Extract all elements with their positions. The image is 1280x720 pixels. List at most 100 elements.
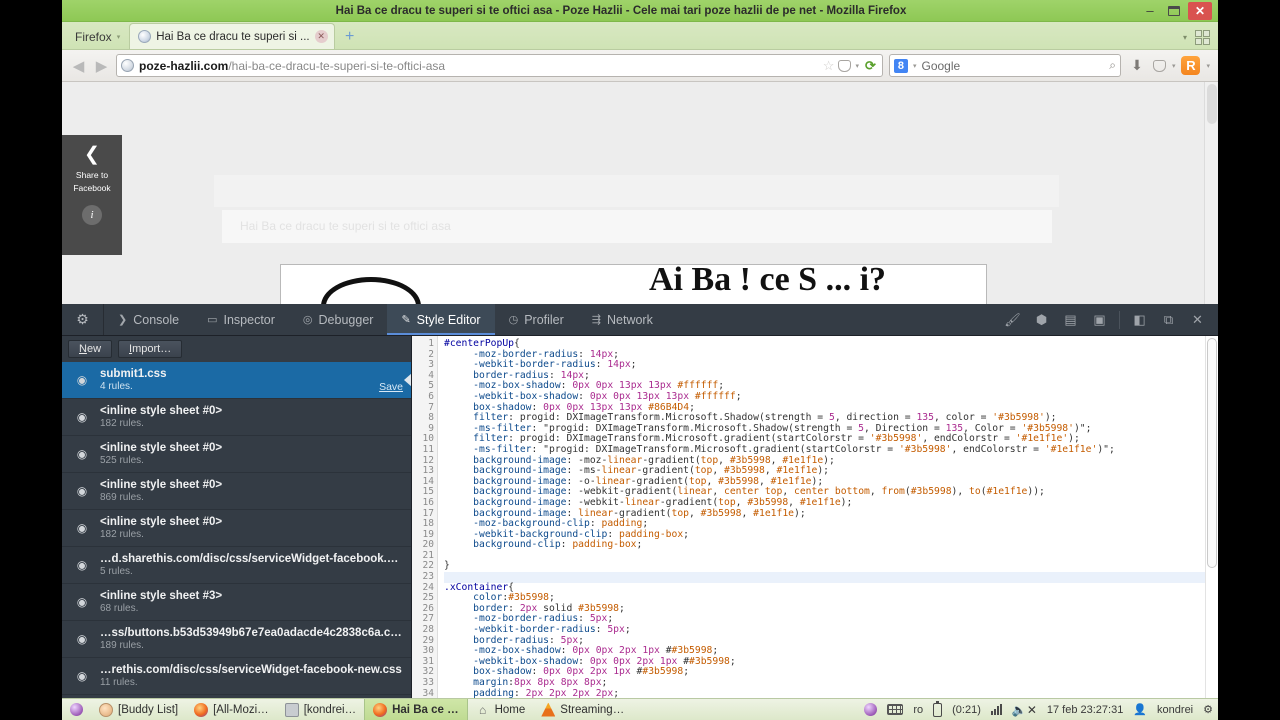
devtools-tab-label: Console	[133, 312, 180, 327]
devtools-tab-profiler[interactable]: ◷ Profiler	[495, 304, 578, 335]
devtools-tab-inspector[interactable]: ▭ Inspector	[193, 304, 289, 335]
search-icon[interactable]: ⌕	[1109, 58, 1116, 73]
code-line[interactable]: .xContainer{	[444, 582, 1218, 594]
taskbar-item-label: [Buddy List]	[118, 703, 179, 716]
firefox-menu-button[interactable]: Firefox ▾	[66, 25, 129, 49]
eye-icon[interactable]: ◉	[74, 521, 90, 535]
taskbar-show-desktop[interactable]	[62, 699, 91, 720]
eye-icon[interactable]: ◉	[74, 373, 90, 387]
code-scrollbar[interactable]	[1205, 336, 1218, 700]
maximize-button[interactable]	[1164, 3, 1184, 19]
info-icon[interactable]: i	[82, 205, 102, 225]
bookmark-star-icon[interactable]: ☆	[823, 58, 835, 74]
scratchpad-icon[interactable]: ▣	[1085, 312, 1114, 328]
pocket-icon[interactable]	[838, 59, 852, 72]
code-line[interactable]	[444, 572, 1218, 583]
app-grid-icon[interactable]	[1195, 30, 1210, 45]
eye-icon[interactable]: ◉	[74, 410, 90, 424]
notepad-icon[interactable]: ▤	[1056, 312, 1085, 328]
tab-close-icon[interactable]: ✕	[314, 30, 328, 43]
search-input[interactable]: Google	[921, 59, 1104, 73]
taskbar-item[interactable]: [kondrei…	[277, 699, 364, 720]
eye-icon[interactable]: ◉	[74, 669, 90, 683]
taskbar-item[interactable]: ⌂ Home	[468, 699, 534, 720]
chevron-down-icon[interactable]: ▾	[1206, 62, 1210, 70]
page-scrollbar[interactable]	[1204, 82, 1218, 304]
code-line[interactable]: }	[444, 561, 1218, 572]
search-bar[interactable]: 8 ▾ Google ⌕	[888, 54, 1121, 77]
css-code-editor[interactable]: 1 2 3 4 5 6 7 8 9 10 11 12 13 14 15 16 17 18 19 20 21 22 23 24 2…	[412, 336, 1218, 700]
tray-notification-icon[interactable]	[859, 703, 882, 716]
list-all-tabs-icon[interactable]: ▾	[1183, 33, 1187, 42]
stylesheet-item[interactable]: ◉ submit1.css 4 rules. Save	[62, 362, 411, 399]
devtools-tab-debugger[interactable]: ◎ Debugger	[289, 304, 388, 335]
stylesheet-item[interactable]: ◉ …ss/buttons.b53d53949b67e7ea0adacde4c28…	[62, 621, 411, 658]
forward-button[interactable]: ▶	[93, 57, 110, 75]
volume-muted-icon[interactable]: 🔈✕	[1007, 703, 1042, 717]
keyboard-layout-label[interactable]: ro	[908, 704, 928, 716]
detach-window-icon[interactable]: ⧉	[1154, 312, 1183, 328]
stylesheet-item[interactable]: ◉ <inline style sheet #0> 182 rules.	[62, 399, 411, 436]
reload-icon[interactable]: ⟳	[863, 58, 878, 73]
stylesheet-item[interactable]: ◉ <inline style sheet #0> 869 rules.	[62, 473, 411, 510]
pocket-toolbar-icon[interactable]	[1152, 59, 1166, 72]
minimize-button[interactable]: –	[1140, 3, 1160, 19]
firefox-menu-label: Firefox	[75, 30, 112, 44]
stylesheet-item[interactable]: ◉ <inline style sheet #0> 525 rules.	[62, 436, 411, 473]
devtools-tab-console[interactable]: ❯ Console	[104, 304, 193, 335]
keyboard-icon[interactable]	[882, 704, 908, 715]
cube-icon[interactable]: ⬢	[1027, 312, 1056, 328]
search-engine-chevron-icon[interactable]: ▾	[913, 62, 917, 70]
eye-icon[interactable]: ◉	[74, 484, 90, 498]
taskbar-item[interactable]: Streaming…	[533, 699, 632, 720]
stylesheet-item[interactable]: ◉ …rethis.com/disc/css/serviceWidget-face…	[62, 658, 411, 695]
stylesheet-meta: …d.sharethis.com/disc/css/serviceWidget-…	[100, 553, 403, 577]
stylesheet-rule-count: 525 rules.	[100, 455, 144, 466]
close-icon[interactable]: ✕	[1183, 312, 1212, 328]
stylesheet-item[interactable]: ◉ …d.sharethis.com/disc/css/serviceWidget…	[62, 547, 411, 584]
taskbar-item[interactable]: [All-Mozi…	[186, 699, 277, 720]
gear-icon[interactable]: ⚙	[1198, 703, 1218, 716]
code-line[interactable]	[444, 551, 1218, 562]
save-stylesheet-link[interactable]: Save	[379, 381, 403, 393]
import-stylesheet-button[interactable]: Import…	[118, 340, 183, 358]
url-bar[interactable]: poze-hazlii.com/hai-ba-ce-dracu-te-super…	[116, 54, 883, 77]
eye-icon[interactable]: ◉	[74, 558, 90, 572]
battery-time: (0:21)	[952, 703, 981, 716]
chevron-down-icon[interactable]: ▾	[855, 62, 859, 70]
eye-icon[interactable]: ◉	[74, 447, 90, 461]
eye-icon[interactable]: ◉	[74, 632, 90, 646]
downloads-icon[interactable]: ⬇	[1127, 57, 1147, 74]
eye-icon[interactable]: ◉	[74, 595, 90, 609]
new-tab-button[interactable]: +	[339, 27, 361, 49]
ff-icon	[373, 702, 388, 717]
page-scrollbar-thumb[interactable]	[1207, 84, 1217, 124]
network-icon[interactable]	[986, 704, 1007, 715]
stylesheet-item[interactable]: ◉ <inline style sheet #3> 68 rules.	[62, 584, 411, 621]
devtools-tab-label: Inspector	[223, 312, 275, 327]
sharethis-widget[interactable]: ❮ Share to Facebook i	[62, 135, 122, 255]
dock-side-icon[interactable]: ◧	[1125, 312, 1154, 328]
close-button[interactable]: ✕	[1188, 1, 1212, 20]
devtools-tab-network[interactable]: ⇶ Network	[578, 304, 667, 335]
css-source-code[interactable]: #centerPopUp{ -moz-border-radius: 14px; …	[438, 336, 1218, 700]
back-button[interactable]: ◀	[70, 57, 87, 75]
taskbar-item[interactable]: Hai Ba ce …	[364, 699, 468, 720]
taskbar-item[interactable]: [Buddy List]	[91, 699, 186, 720]
gear-icon[interactable]: ⚙	[62, 304, 104, 335]
stylesheet-name: <inline style sheet #0>	[100, 405, 223, 417]
realplayer-icon[interactable]: R	[1181, 56, 1201, 75]
paintbrush-icon[interactable]: 🖌	[998, 312, 1027, 328]
browser-tab[interactable]: Hai Ba ce dracu te superi si ... ✕	[129, 23, 335, 49]
username-label[interactable]: kondrei	[1152, 704, 1198, 716]
stylesheet-item[interactable]: ◉ <inline style sheet #0> 182 rules.	[62, 510, 411, 547]
stylesheet-meta: …ss/buttons.b53d53949b67e7ea0adacde4c283…	[100, 627, 403, 651]
user-icon[interactable]: 👤	[1128, 703, 1152, 716]
devtools-tab-style-editor[interactable]: ✎ Style Editor	[387, 304, 495, 335]
code-line[interactable]: background-clip: padding-box;	[444, 539, 1218, 551]
code-scrollbar-thumb[interactable]	[1207, 338, 1217, 568]
new-stylesheet-button[interactable]: New	[68, 340, 113, 358]
chevron-down-icon[interactable]: ▾	[1172, 62, 1176, 70]
clock[interactable]: 17 feb 23:27:31	[1042, 704, 1128, 716]
battery-icon[interactable]	[928, 700, 947, 717]
